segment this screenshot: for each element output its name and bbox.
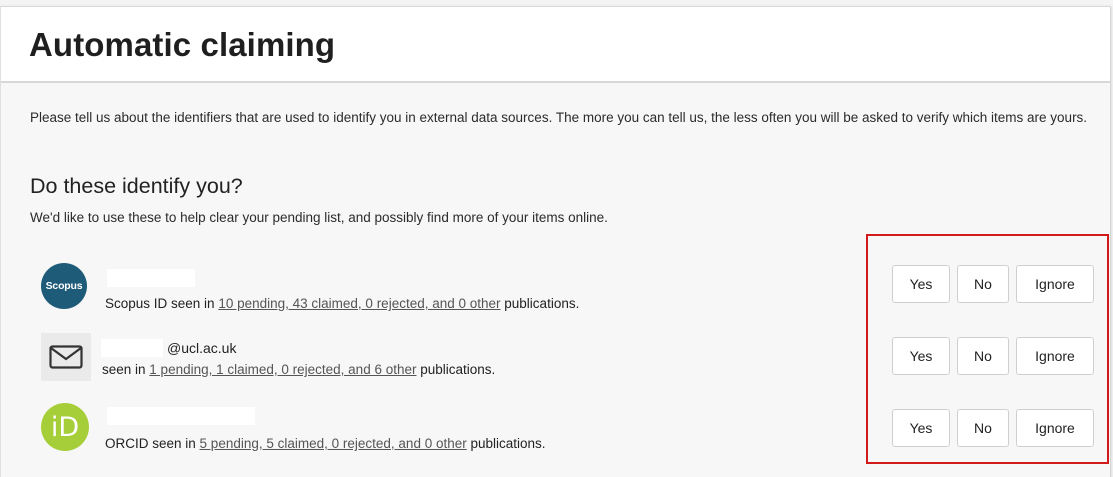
- ignore-button-scopus[interactable]: Ignore: [1016, 265, 1094, 303]
- usage-prefix: seen in: [102, 362, 150, 377]
- ignore-button-email[interactable]: Ignore: [1016, 337, 1094, 375]
- yes-button-email[interactable]: Yes: [892, 337, 950, 375]
- usage-prefix: ORCID seen in: [105, 436, 200, 451]
- identifier-usage: Scopus ID seen in 10 pending, 43 claimed…: [105, 296, 579, 311]
- identifier-usage: seen in 1 pending, 1 claimed, 0 rejected…: [102, 362, 495, 377]
- no-button-email[interactable]: No: [957, 337, 1009, 375]
- intro-text: Please tell us about the identifiers tha…: [30, 110, 1088, 125]
- redacted-identifier: [107, 407, 255, 425]
- redacted-identifier: [101, 339, 163, 357]
- publications-link[interactable]: 5 pending, 5 claimed, 0 rejected, and 0 …: [200, 436, 467, 451]
- usage-suffix: publications.: [466, 436, 546, 451]
- ignore-button-orcid[interactable]: Ignore: [1016, 409, 1094, 447]
- yes-button-scopus[interactable]: Yes: [892, 265, 950, 303]
- section-heading: Do these identify you?: [30, 174, 243, 198]
- usage-suffix: publications.: [416, 362, 496, 377]
- no-button-orcid[interactable]: No: [957, 409, 1009, 447]
- usage-prefix: Scopus ID seen in: [105, 296, 219, 311]
- publications-link[interactable]: 1 pending, 1 claimed, 0 rejected, and 6 …: [149, 362, 416, 377]
- usage-suffix: publications.: [500, 296, 580, 311]
- identifier-row-scopus: Scopus Scopus ID seen in 10 pending, 43 …: [41, 261, 601, 321]
- orcid-logo-icon: iD: [41, 403, 89, 451]
- scopus-logo-icon: Scopus: [41, 263, 87, 309]
- identifier-row-orcid: iD ORCID seen in 5 pending, 5 claimed, 0…: [41, 401, 601, 461]
- page-header: Automatic claiming: [1, 7, 1110, 83]
- publications-link[interactable]: 10 pending, 43 claimed, 0 rejected, and …: [218, 296, 500, 311]
- page-title: Automatic claiming: [29, 26, 336, 63]
- identifier-row-email: @ucl.ac.uk seen in 1 pending, 1 claimed,…: [41, 331, 601, 391]
- envelope-icon-svg: [49, 345, 83, 369]
- identifier-usage: ORCID seen in 5 pending, 5 claimed, 0 re…: [105, 436, 546, 451]
- section-description: We'd like to use these to help clear you…: [30, 210, 608, 225]
- yes-button-orcid[interactable]: Yes: [892, 409, 950, 447]
- email-domain: @ucl.ac.uk: [167, 340, 237, 356]
- redacted-identifier: [107, 269, 195, 287]
- no-button-scopus[interactable]: No: [957, 265, 1009, 303]
- envelope-icon: [41, 333, 91, 381]
